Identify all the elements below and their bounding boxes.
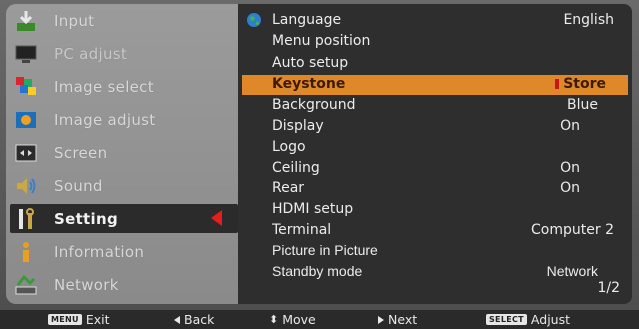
setting-submenu: Language English Menu position Auto setu…	[238, 4, 632, 304]
menu-item-label: Image adjust	[54, 110, 156, 129]
option-display[interactable]: Display On	[272, 117, 628, 137]
option-keystone[interactable]: Keystone Store	[242, 75, 628, 95]
menu-item-label: PC adjust	[54, 44, 128, 63]
option-auto-setup[interactable]: Auto setup	[272, 54, 628, 74]
menu-item-screen[interactable]: Screen	[10, 138, 238, 167]
menu-item-setting[interactable]: Setting	[10, 204, 238, 233]
option-background[interactable]: Background Blue	[272, 96, 628, 116]
menu-key-icon: MENU	[48, 314, 82, 325]
option-value: On	[560, 180, 580, 196]
option-value: English	[563, 12, 614, 28]
option-terminal[interactable]: Terminal Computer 2	[272, 221, 628, 241]
option-value: Computer 2	[531, 222, 614, 238]
menu-item-label: Image select	[54, 77, 154, 96]
information-icon	[12, 239, 40, 265]
option-ceiling[interactable]: Ceiling On	[272, 159, 628, 179]
active-arrow-icon	[211, 210, 222, 226]
language-globe-icon	[247, 13, 261, 27]
option-standby-mode[interactable]: Standby mode Network	[272, 262, 628, 282]
screen-icon	[12, 140, 40, 166]
menu-item-network[interactable]: Network	[10, 270, 238, 299]
menu-item-pc-adjust[interactable]: PC adjust	[10, 39, 238, 68]
footer-hints: MENU Exit Back ⬍ Move Next SELECT Adjust	[0, 310, 639, 329]
option-language[interactable]: Language English	[272, 11, 628, 31]
page-indicator: 1/2	[597, 280, 620, 296]
osd-frame: Input PC adjust Image select Image adjus…	[0, 0, 639, 310]
option-value: On	[560, 160, 580, 176]
hint-next: Next	[378, 312, 417, 327]
option-value: Store	[555, 76, 606, 92]
menu-item-label: Network	[54, 275, 119, 294]
menu-item-label: Information	[54, 242, 145, 261]
network-icon	[12, 272, 40, 298]
menu-item-label: Input	[54, 11, 95, 30]
menu-item-label: Sound	[54, 176, 103, 195]
menu-item-input[interactable]: Input	[10, 6, 238, 35]
select-key-icon: SELECT	[486, 314, 527, 325]
option-hdmi-setup[interactable]: HDMI setup	[272, 200, 628, 220]
main-menu: Input PC adjust Image select Image adjus…	[6, 4, 238, 304]
option-value: Blue	[567, 97, 598, 113]
right-arrow-icon	[378, 315, 384, 324]
up-down-arrow-icon: ⬍	[269, 313, 279, 326]
store-icon	[555, 79, 560, 89]
menu-item-label: Screen	[54, 143, 108, 162]
input-icon	[12, 8, 40, 34]
setting-icon	[12, 206, 40, 232]
menu-item-label: Setting	[54, 209, 118, 228]
left-arrow-icon	[174, 315, 180, 324]
hint-move: ⬍ Move	[269, 312, 316, 327]
menu-item-image-adjust[interactable]: Image adjust	[10, 105, 238, 134]
image-adjust-icon	[12, 107, 40, 133]
option-logo[interactable]: Logo	[272, 138, 628, 158]
menu-item-information[interactable]: Information	[10, 237, 238, 266]
selection-pointer	[226, 206, 238, 230]
image-select-icon	[12, 74, 40, 100]
menu-item-sound[interactable]: Sound	[10, 171, 238, 200]
option-value: Network	[546, 263, 598, 279]
option-picture-in-picture[interactable]: Picture in Picture	[272, 241, 628, 261]
option-value: On	[560, 118, 580, 134]
pc-adjust-icon	[12, 41, 40, 67]
menu-item-image-select[interactable]: Image select	[10, 72, 238, 101]
hint-back: Back	[174, 312, 214, 327]
option-rear[interactable]: Rear On	[272, 179, 628, 199]
option-menu-position[interactable]: Menu position	[272, 32, 628, 52]
sound-icon	[12, 173, 40, 199]
hint-exit: MENU Exit	[48, 312, 110, 327]
hint-adjust: SELECT Adjust	[486, 312, 570, 327]
